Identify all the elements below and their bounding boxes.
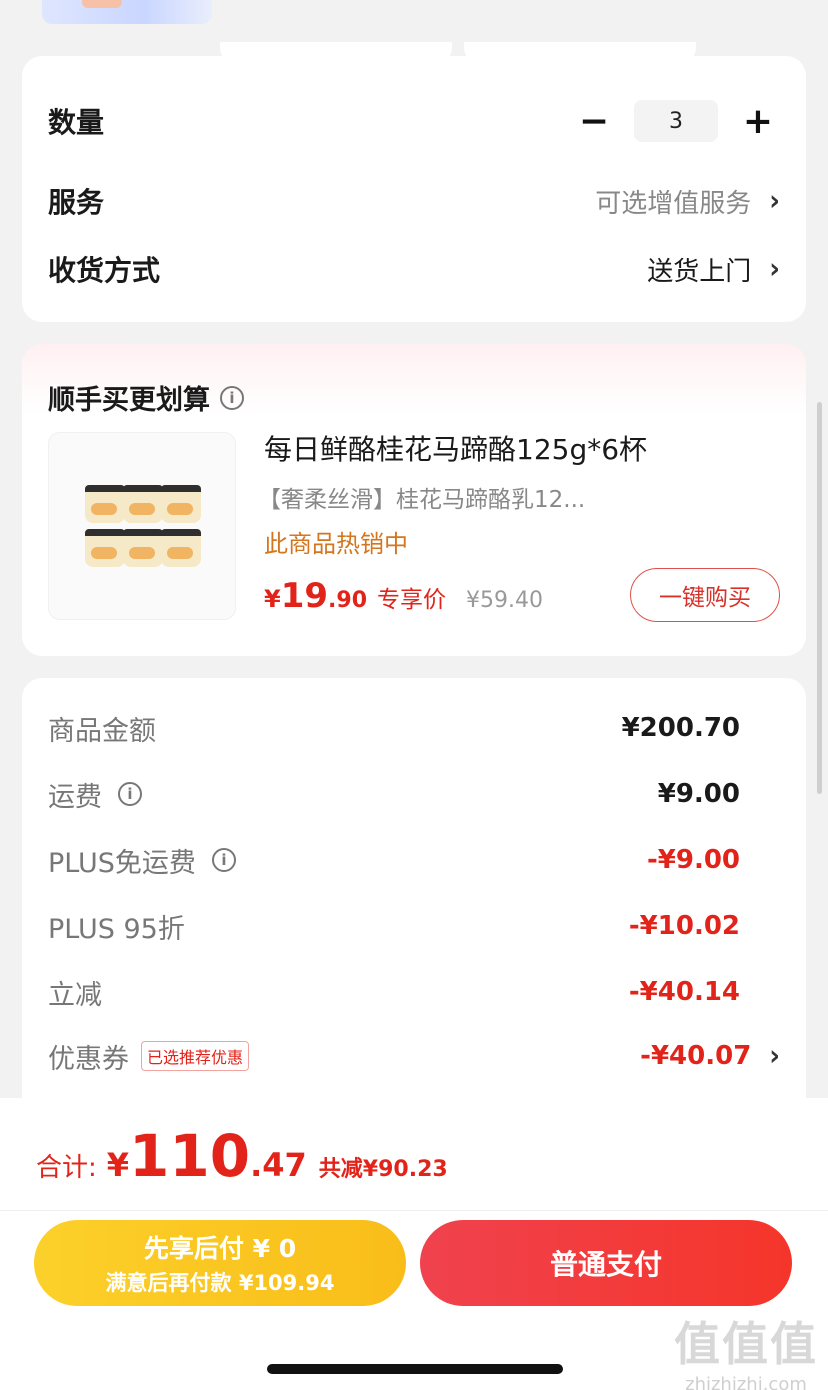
- summary-label-group: 优惠券 已选推荐优惠: [48, 1037, 250, 1076]
- original-price: ¥59.40: [466, 588, 543, 613]
- summary-label: PLUS免运费: [48, 847, 196, 879]
- summary-row: 商品金额 ¥200.70: [48, 706, 780, 750]
- pay-later-title: 先享后付 ¥ 0: [143, 1234, 297, 1263]
- product-image[interactable]: [48, 432, 236, 620]
- delivery-value: 送货上门: [647, 256, 752, 287]
- watermark: 值值值 zhizhizhi.com: [674, 1308, 818, 1390]
- summary-label: 商品金额: [48, 715, 156, 747]
- product-name[interactable]: 每日鲜酪桂花马蹄酪125g*6杯: [264, 428, 647, 468]
- exclusive-price-tag: 专享价: [377, 587, 447, 613]
- product-subtitle: 【奢柔丝滑】桂花马蹄酪乳12...: [258, 487, 586, 513]
- coupon-recommend-badge: 已选推荐优惠: [141, 1041, 250, 1071]
- summary-label-group: 运费 i: [48, 775, 142, 814]
- service-label: 服务: [48, 186, 105, 219]
- summary-label: PLUS 95折: [48, 913, 185, 945]
- divider: [0, 1210, 828, 1211]
- total-amount: 合计: ¥ 110 .47 共减¥90.23: [36, 1122, 448, 1190]
- summary-row: 运费 i ¥9.00: [48, 772, 780, 816]
- delivery-row[interactable]: 收货方式 送货上门 ›: [48, 244, 780, 294]
- pay-later-subtitle: 满意后再付款 ¥109.94: [105, 1271, 335, 1295]
- recommend-card: 顺手买更划算 i 每日鲜酪桂花马蹄酪125g*6杯 【奢柔丝滑】桂花马蹄酪乳12…: [22, 344, 806, 656]
- price-integer: 19: [280, 576, 329, 616]
- info-icon[interactable]: i: [220, 385, 244, 410]
- one-click-buy-button[interactable]: 一键购买: [630, 568, 780, 622]
- chevron-right-icon: ›: [769, 184, 780, 218]
- summary-label: 运费: [48, 781, 102, 813]
- summary-label: 优惠券: [48, 1043, 129, 1075]
- service-value: 可选增值服务: [595, 188, 752, 219]
- top-thumbnail-image[interactable]: [42, 0, 212, 24]
- coupon-value-group: -¥40.07 ›: [640, 1039, 780, 1073]
- summary-row: 立减 -¥40.14: [48, 970, 780, 1014]
- total-decimal: .47: [250, 1146, 307, 1184]
- summary-label: 立减: [48, 979, 102, 1011]
- decrease-button[interactable]: −: [572, 99, 616, 143]
- order-options-card: 数量 − 3 + 服务 可选增值服务 › 收货方式 送货上门 ›: [22, 56, 806, 322]
- pay-later-button[interactable]: 先享后付 ¥ 0 满意后再付款 ¥109.94: [34, 1220, 406, 1306]
- watermark-url: zhizhizhi.com: [685, 1374, 807, 1390]
- coupon-row[interactable]: 优惠券 已选推荐优惠 -¥40.07 ›: [48, 1034, 780, 1078]
- quantity-row: 数量 − 3 +: [48, 96, 780, 146]
- chevron-right-icon: ›: [769, 1039, 780, 1073]
- price-decimal: .90: [328, 588, 368, 613]
- service-value-group: 可选增值服务 ›: [595, 183, 780, 220]
- chevron-right-icon: ›: [769, 252, 780, 286]
- normal-pay-button[interactable]: 普通支付: [420, 1220, 792, 1306]
- recommend-title-group: 顺手买更划算 i: [48, 378, 244, 417]
- hot-sale-text: 此商品热销中: [264, 530, 408, 558]
- scrollbar[interactable]: [817, 402, 822, 794]
- quantity-label: 数量: [48, 106, 105, 139]
- bottom-payment-bar: 合计: ¥ 110 .47 共减¥90.23 先享后付 ¥ 0 满意后再付款 ¥…: [0, 1098, 828, 1390]
- total-saved: 共减¥90.23: [318, 1157, 448, 1182]
- summary-value: -¥10.02: [628, 911, 740, 941]
- quantity-value[interactable]: 3: [634, 100, 718, 142]
- summary-row: PLUS 95折 -¥10.02: [48, 904, 780, 948]
- recommend-title: 顺手买更划算: [48, 385, 210, 416]
- price-symbol: ¥: [264, 585, 281, 613]
- increase-button[interactable]: +: [736, 99, 780, 143]
- summary-row: PLUS免运费 i -¥9.00: [48, 838, 780, 882]
- product-price: ¥ 19 .90 专享价 ¥59.40: [264, 576, 543, 616]
- delivery-label: 收货方式: [48, 254, 161, 287]
- watermark-logo: 值值值: [674, 1317, 818, 1371]
- summary-value: -¥9.00: [646, 845, 740, 875]
- service-row[interactable]: 服务 可选增值服务 ›: [48, 176, 780, 226]
- summary-value: ¥200.70: [621, 713, 740, 743]
- delivery-value-group: 送货上门 ›: [647, 251, 780, 288]
- home-indicator[interactable]: [267, 1364, 563, 1374]
- quantity-stepper: − 3 +: [572, 99, 780, 143]
- summary-value: ¥9.00: [657, 779, 740, 809]
- top-partial-section: [0, 0, 828, 62]
- total-label: 合计:: [36, 1153, 97, 1183]
- info-icon[interactable]: i: [118, 782, 142, 806]
- summary-value: -¥40.14: [628, 977, 740, 1007]
- info-icon[interactable]: i: [211, 848, 236, 872]
- price-summary-card: 商品金额 ¥200.70 运费 i ¥9.00 PLUS免运费 i -¥9.00…: [22, 678, 806, 1118]
- summary-value: -¥40.07: [640, 1041, 752, 1071]
- summary-label-group: PLUS免运费 i: [48, 841, 236, 880]
- total-symbol: ¥: [106, 1146, 130, 1184]
- total-integer: 110: [129, 1122, 251, 1190]
